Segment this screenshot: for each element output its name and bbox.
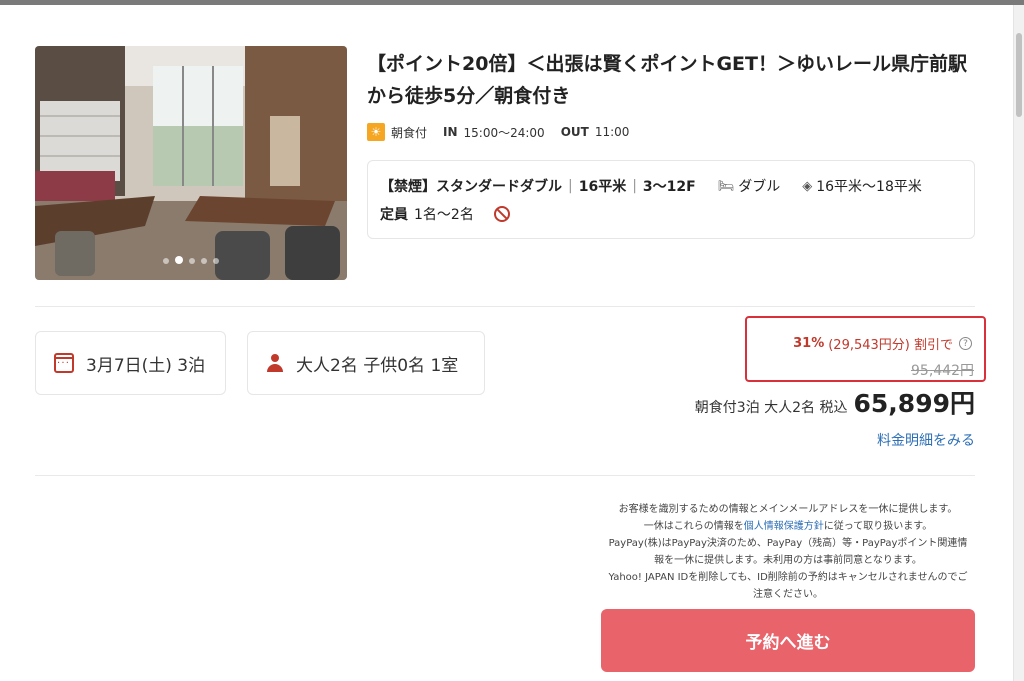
capacity-label: 定員	[380, 207, 408, 223]
room-info-row: 【禁煙】 スタンダードダブル | 16平米 | 3〜12F 🛏 ダブル ◈ 16平米…	[380, 175, 962, 197]
notice-line: PayPay(株)はPayPay決済のため、PayPay（残高）等・PayPay…	[608, 538, 968, 549]
meal-label: 朝食付	[391, 125, 428, 140]
discount-amount: (29,543円分) 割引で	[828, 338, 953, 353]
help-icon[interactable]: ?	[959, 337, 972, 350]
room-photo	[35, 46, 347, 280]
notice-line: お客様を識別するための情報とメインメールアドレスを一休に提供します。	[618, 504, 958, 515]
checkin-time: 15:00〜24:00	[463, 125, 545, 140]
bed-icon: 🛏	[717, 178, 735, 194]
area-feature: ◈ 16平米〜18平米	[802, 176, 922, 196]
carousel-dot[interactable]	[201, 258, 207, 264]
breakfast-sun-icon: ☀	[367, 123, 385, 141]
cube-icon: ◈	[802, 178, 813, 194]
notice-line: 注意ください。	[753, 589, 823, 600]
plan-title: 【ポイント20倍】＜出張は賢くポイントGET！＞ゆいレール県庁前駅から徒歩5分／…	[367, 53, 967, 107]
guests-value: 大人2名 子供0名 1室	[296, 355, 459, 376]
checkout-time: 11:00	[594, 125, 630, 139]
section-divider	[35, 306, 975, 307]
smoking-status: 【禁煙】	[380, 179, 436, 195]
stay-meta: ☀ 朝食付 IN 15:00〜24:00 OUT 11:00	[367, 121, 629, 143]
room-size: 16平米	[578, 179, 627, 195]
price-detail-link[interactable]: 料金明細をみる	[877, 430, 975, 450]
discount-percent: 31%	[793, 336, 825, 351]
carousel-dot-active[interactable]	[175, 256, 183, 264]
divider: |	[632, 178, 637, 194]
section-divider	[35, 475, 975, 476]
area-range: 16平米〜18平米	[816, 179, 922, 195]
no-smoking-icon	[493, 206, 510, 222]
notice-line: Yahoo! JAPAN IDを削除しても、ID削除前の予約はキャンセルされませ…	[608, 572, 968, 583]
bed-type: ダブル	[738, 179, 781, 195]
total-price: 朝食付3泊 大人2名 税込 65,899円	[695, 384, 975, 420]
room-info-box: 【禁煙】 スタンダードダブル | 16平米 | 3〜12F 🛏 ダブル ◈ 16平米…	[367, 160, 975, 239]
calendar-icon	[54, 353, 74, 373]
room-floors: 3〜12F	[642, 179, 696, 195]
scrollbar-thumb[interactable]	[1016, 33, 1022, 117]
capacity-value: 1名〜2名	[414, 207, 474, 223]
notice-text: に従って取り扱います。	[823, 521, 933, 532]
divider: |	[568, 178, 573, 194]
date-value: 3月7日(土) 3泊	[86, 355, 206, 376]
carousel-dot[interactable]	[163, 258, 169, 264]
carousel-dots	[35, 249, 347, 268]
page-scrollbar[interactable]	[1013, 5, 1024, 681]
discount-box: 31% (29,543円分) 割引で ? 95,442円	[745, 316, 986, 382]
reserve-button[interactable]: 予約へ進む	[601, 609, 975, 672]
privacy-policy-link[interactable]: 個人情報保護方針	[744, 521, 824, 532]
capacity-row: 定員 1名〜2名	[380, 203, 962, 225]
price-amount: 65,899円	[853, 389, 975, 418]
room-type: スタンダードダブル	[436, 179, 562, 195]
notice-line: 報を一休に提供します。未利用の方は事前同意となります。	[654, 555, 922, 566]
price-description: 朝食付3泊 大人2名 税込	[694, 400, 848, 416]
carousel-dot[interactable]	[213, 258, 219, 264]
window-top-border	[0, 0, 1024, 5]
privacy-notice: お客様を識別するための情報とメインメールアドレスを一休に提供します。 一休はこれ…	[601, 501, 975, 603]
bed-feature: 🛏 ダブル	[718, 176, 781, 196]
room-photo-carousel[interactable]	[35, 46, 347, 280]
checkout-label: OUT	[560, 125, 589, 139]
discount-line: 31% (29,543円分) 割引で ?	[793, 334, 972, 353]
person-icon	[266, 354, 284, 372]
guest-selector[interactable]: 大人2名 子供0名 1室	[247, 331, 485, 395]
notice-text: 一休はこれらの情報を	[643, 521, 744, 532]
carousel-dot[interactable]	[189, 258, 195, 264]
date-selector[interactable]: 3月7日(土) 3泊	[35, 331, 226, 395]
notice-line: 一休はこれらの情報を個人情報保護方針に従って取り扱います。	[601, 518, 975, 535]
checkin-label: IN	[443, 125, 458, 139]
original-price: 95,442円	[911, 363, 974, 379]
